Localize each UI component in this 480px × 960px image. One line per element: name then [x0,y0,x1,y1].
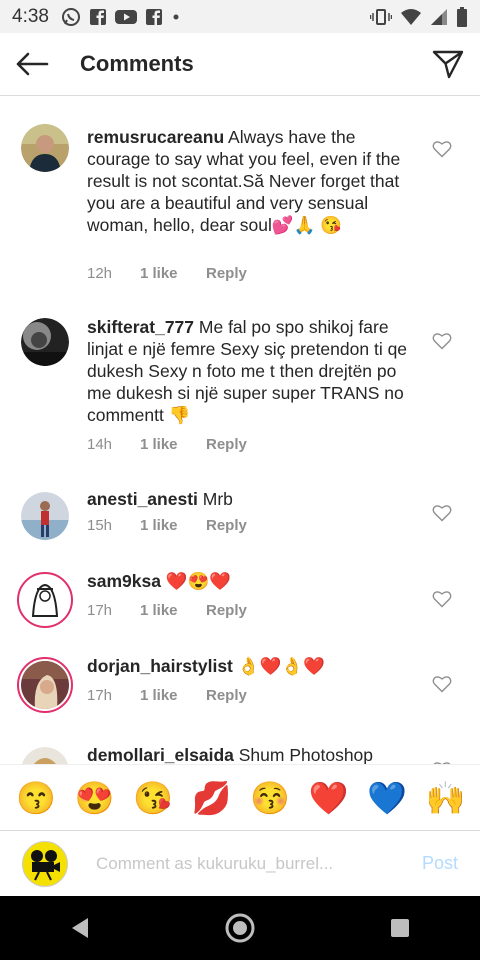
system-icons [370,6,468,27]
film-camera-icon [31,849,60,880]
comment-meta: 14h 1 like Reply [87,436,247,453]
comment-composer: Post [0,830,480,896]
comment-body: dorjan_hairstylist 👌❤️👌❤️ [87,655,422,677]
nav-home-button[interactable] [216,904,264,952]
comment-username[interactable]: remusrucareanu [87,127,224,147]
emoji-button-heart-eyes[interactable]: 😍 [75,779,115,817]
emoji-quick-bar: 😙 😍 😘 💋 😚 ❤️ 💙 🙌 [0,764,480,830]
comment-item: remusrucareanu Always have the courage t… [0,96,480,286]
heart-icon[interactable] [432,332,452,350]
heart-icon[interactable] [432,504,452,522]
share-button[interactable] [416,33,480,96]
comment-likes[interactable]: 1 like [140,436,206,453]
avatar[interactable] [21,318,69,366]
emoji-button-kissing[interactable]: 😙 [16,779,56,817]
signal-icon [431,8,447,25]
reply-button[interactable]: Reply [206,265,247,282]
heart-icon[interactable] [432,140,452,158]
comment-likes[interactable]: 1 like [140,602,206,619]
dot-icon [173,14,179,19]
comment-text: ❤️😍❤️ [160,571,232,591]
avatar[interactable] [21,747,69,764]
status-bar: 4:38 [0,0,480,33]
avatar[interactable] [17,572,73,628]
notification-icons [61,7,181,27]
comment-time: 17h [87,602,113,619]
avatar[interactable] [21,124,69,172]
comment-item: skifterat_777 Me fal po spo shikoj fare … [0,286,480,460]
reply-button[interactable]: Reply [206,517,247,534]
comment-time: 15h [87,517,113,534]
battery-icon [457,6,467,27]
wifi-icon [401,8,421,25]
reply-button[interactable]: Reply [206,602,247,619]
whatsapp-icon [61,7,80,26]
comment-likes[interactable]: 1 like [140,265,206,282]
emoji-button-red-heart[interactable]: ❤️ [309,779,349,817]
comment-meta: 15h 1 like Reply [87,517,247,534]
comment-item: sam9ksa ❤️😍❤️ 17h 1 like Reply [0,546,480,631]
comment-time: 17h [87,687,113,704]
back-triangle-icon [72,918,88,938]
comment-item: anesti_anesti Mrb 15h 1 like Reply [0,460,480,546]
comment-body: remusrucareanu Always have the courage t… [87,126,422,236]
avatar[interactable] [21,492,69,540]
comment-body: anesti_anesti Mrb [87,488,422,510]
comment-username[interactable]: skifterat_777 [87,317,194,337]
comment-meta: 17h 1 like Reply [87,602,247,619]
nav-recents-button[interactable] [376,904,424,952]
vibrate-icon [370,8,392,25]
youtube-icon [114,9,137,24]
comment-time: 12h [87,265,113,282]
status-time: 4:38 [12,5,49,27]
home-circle-icon [225,913,255,943]
heart-icon[interactable] [432,590,452,608]
comment-text: Mrb [197,489,233,509]
reply-button[interactable]: Reply [206,436,247,453]
emoji-button-kissing-closed-eyes[interactable]: 😚 [250,779,290,817]
arrow-left-icon [16,52,49,76]
comment-likes[interactable]: 1 like [140,687,206,704]
facebook-icon [145,8,162,26]
recents-square-icon [391,919,409,937]
reply-button[interactable]: Reply [206,687,247,704]
page-title: Comments [80,51,194,76]
comment-meta: 17h 1 like Reply [87,687,247,704]
comment-username[interactable]: dorjan_hairstylist [87,656,233,676]
emoji-button-raised-hands[interactable]: 🙌 [426,779,466,817]
comment-body: demollari_elsaida Shum Photoshop [87,744,422,764]
comment-time: 14h [87,436,113,453]
paper-plane-icon [432,50,464,79]
app-header: Comments [0,33,480,96]
comment-item: dorjan_hairstylist 👌❤️👌❤️ 17h 1 like Rep… [0,631,480,717]
system-nav-bar [0,896,480,960]
post-button[interactable]: Post [422,853,458,874]
comment-text: Shum Photoshop [233,745,374,764]
comment-likes[interactable]: 1 like [140,517,206,534]
back-button[interactable] [0,33,64,96]
comment-text: 👌❤️👌❤️ [232,656,325,676]
comment-username[interactable]: demollari_elsaida [87,745,234,764]
emoji-button-blue-heart[interactable]: 💙 [367,779,407,817]
comments-list[interactable]: remusrucareanu Always have the courage t… [0,96,480,764]
comment-username[interactable]: anesti_anesti [87,489,198,509]
comment-input[interactable] [96,853,386,874]
avatar[interactable] [17,657,73,713]
comment-username[interactable]: sam9ksa [87,571,161,591]
heart-icon[interactable] [432,675,452,693]
emoji-button-lips[interactable]: 💋 [192,779,232,817]
comment-body: sam9ksa ❤️😍❤️ [87,570,422,592]
current-user-avatar [22,840,68,887]
facebook-icon [89,8,106,26]
emoji-button-blowing-kiss[interactable]: 😘 [133,779,173,817]
comment-meta: 12h 1 like Reply [87,265,247,282]
nav-back-button[interactable] [56,904,104,952]
comment-body: skifterat_777 Me fal po spo shikoj fare … [87,316,422,426]
comment-item: demollari_elsaida Shum Photoshop [0,717,480,764]
